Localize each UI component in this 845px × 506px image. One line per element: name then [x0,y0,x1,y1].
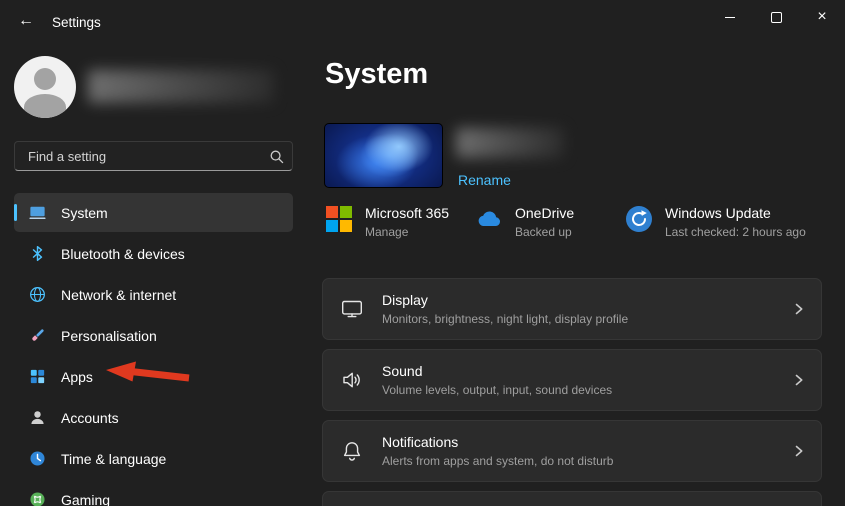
status-text: Microsoft 365 Manage [365,204,449,241]
sidebar-nav: System Bluetooth & devices Network & int… [14,193,293,506]
page-title: System [325,58,429,90]
sidebar-item-time-language[interactable]: Time & language [14,439,293,478]
monitor-icon [27,203,47,223]
display-card[interactable]: Display Monitors, brightness, night ligh… [322,278,822,340]
window-controls: × [707,0,845,34]
back-icon: ← [18,12,34,29]
status-text: Windows Update Last checked: 2 hours ago [665,204,806,241]
titlebar: ← Settings × [0,0,845,44]
sidebar-item-label: Accounts [61,409,119,426]
sidebar-item-label: Apps [61,368,93,385]
status-subtitle: Manage [365,225,409,239]
card-title: Notifications [382,434,459,450]
minimize-button[interactable] [707,0,753,34]
onedrive-cloud-icon [478,211,501,226]
sidebar-item-label: Bluetooth & devices [61,245,185,262]
card-text: Notifications Alerts from apps and syste… [382,433,613,469]
status-subtitle: Last checked: 2 hours ago [665,225,806,239]
settings-window: ← Settings × System Bluetooth & [0,0,845,506]
maximize-button[interactable] [753,0,799,34]
sidebar-item-gaming[interactable]: Gaming [14,480,293,506]
paintbrush-icon [27,326,47,346]
profile-name-redacted [88,70,274,103]
device-wallpaper-thumbnail [325,124,442,187]
chevron-right-icon [795,445,803,457]
windows-update-icon [626,206,652,232]
minimize-icon [725,16,735,18]
card-subtitle: Volume levels, output, input, sound devi… [382,383,613,397]
clock-icon [27,449,47,469]
sidebar-item-label: System [61,204,108,221]
notifications-card[interactable]: Notifications Alerts from apps and syste… [322,420,822,482]
sidebar-item-label: Personalisation [61,327,157,344]
status-subtitle: Backed up [515,225,572,239]
close-button[interactable]: × [799,0,845,34]
quick-status-row: Microsoft 365 Manage OneDrive Backed up … [325,204,806,241]
sidebar-item-bluetooth[interactable]: Bluetooth & devices [14,234,293,273]
status-title: Windows Update [665,205,771,221]
bluetooth-icon [27,244,47,264]
sidebar-item-label: Network & internet [61,286,177,303]
onedrive-status[interactable]: OneDrive Backed up [475,204,625,241]
card-title: Display [382,292,428,308]
sidebar-item-system[interactable]: System [14,193,293,232]
card-subtitle: Alerts from apps and system, do not dist… [382,454,614,468]
bell-icon [343,442,361,461]
globe-icon [27,285,47,305]
chevron-right-icon [795,374,803,386]
sidebar-item-accounts[interactable]: Accounts [14,398,293,437]
person-icon [27,408,47,428]
sidebar-item-personalisation[interactable]: Personalisation [14,316,293,355]
sidebar-item-apps[interactable]: Apps [14,357,293,396]
windows-update-status[interactable]: Windows Update Last checked: 2 hours ago [625,204,806,241]
settings-card-partial[interactable] [322,491,822,506]
rename-link[interactable]: Rename [458,172,511,188]
sound-card[interactable]: Sound Volume levels, output, input, soun… [322,349,822,411]
back-button[interactable]: ← [8,4,44,38]
avatar[interactable] [14,56,76,118]
search-icon [270,150,284,163]
sidebar-item-label: Gaming [61,491,111,506]
sound-icon [343,372,360,388]
status-text: OneDrive Backed up [515,204,574,241]
maximize-icon [770,11,782,23]
window-title: Settings [52,15,101,30]
display-icon [342,300,363,318]
status-title: Microsoft 365 [365,205,450,221]
microsoft-365-icon [326,206,352,232]
sidebar-item-network[interactable]: Network & internet [14,275,293,314]
microsoft-365-status[interactable]: Microsoft 365 Manage [325,204,475,241]
device-name-redacted [456,128,564,158]
card-title: Sound [382,363,423,379]
status-title: OneDrive [515,205,575,221]
search-input[interactable] [26,147,269,165]
sidebar-item-label: Time & language [61,450,167,467]
card-text: Display Monitors, brightness, night ligh… [382,291,628,327]
search-box [14,141,293,171]
settings-cards: Display Monitors, brightness, night ligh… [322,278,822,506]
chevron-right-icon [795,303,803,315]
app-grid-icon [27,367,47,387]
card-subtitle: Monitors, brightness, night light, displ… [382,312,629,326]
card-text: Sound Volume levels, output, input, soun… [382,362,612,398]
xbox-icon [27,490,47,506]
close-icon: × [817,8,827,25]
